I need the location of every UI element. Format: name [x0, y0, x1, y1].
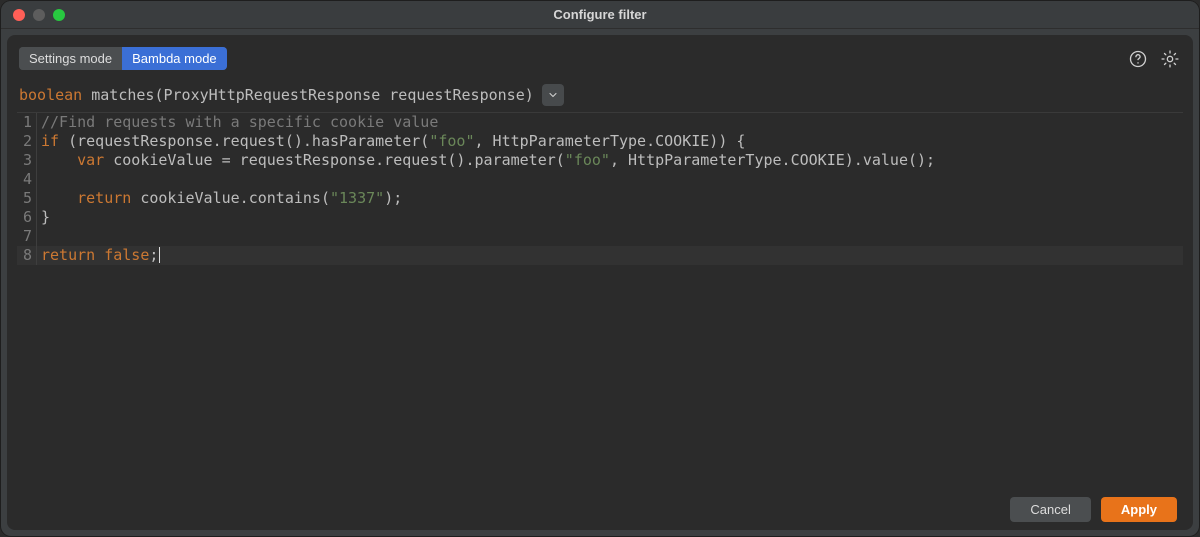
code-line: 2 if (requestResponse.request().hasParam…	[17, 132, 1183, 151]
help-icon[interactable]	[1127, 48, 1149, 70]
configure-filter-window: Configure filter Settings mode Bambda mo…	[1, 1, 1199, 536]
signature-param-type: ProxyHttpRequestResponse	[164, 86, 381, 104]
code-line: 7	[17, 227, 1183, 246]
code-line: 4	[17, 170, 1183, 189]
cancel-button[interactable]: Cancel	[1010, 497, 1090, 522]
signature-name: matches	[91, 86, 154, 104]
function-signature: boolean matches(ProxyHttpRequestResponse…	[17, 80, 1183, 112]
line-number: 4	[17, 170, 37, 189]
line-number: 3	[17, 151, 37, 170]
signature-return-type: boolean	[19, 86, 82, 104]
gear-icon[interactable]	[1159, 48, 1181, 70]
line-number: 6	[17, 208, 37, 227]
dialog-content: Settings mode Bambda mode	[7, 35, 1193, 530]
window-controls	[13, 9, 65, 21]
apply-button[interactable]: Apply	[1101, 497, 1177, 522]
line-number: 8	[17, 246, 37, 265]
code-line: 3 var cookieValue = requestResponse.requ…	[17, 151, 1183, 170]
code-line: 1 //Find requests with a specific cookie…	[17, 113, 1183, 132]
minimize-window-icon[interactable]	[33, 9, 45, 21]
bambda-mode-button[interactable]: Bambda mode	[122, 47, 227, 70]
signature-param-name: requestResponse	[389, 86, 524, 104]
dialog-footer: Cancel Apply	[17, 489, 1183, 524]
line-number: 1	[17, 113, 37, 132]
mode-toggle: Settings mode Bambda mode	[19, 47, 227, 70]
mode-row: Settings mode Bambda mode	[17, 45, 1183, 80]
toolbar-right	[1127, 48, 1181, 70]
line-number: 7	[17, 227, 37, 246]
close-window-icon[interactable]	[13, 9, 25, 21]
code-lines: 1 //Find requests with a specific cookie…	[17, 113, 1183, 265]
chevron-down-icon	[547, 89, 559, 101]
code-line: 8 return false;	[17, 246, 1183, 265]
code-line: 5 return cookieValue.contains("1337");	[17, 189, 1183, 208]
titlebar: Configure filter	[1, 1, 1199, 29]
line-number: 2	[17, 132, 37, 151]
text-caret	[159, 247, 160, 263]
window-title: Configure filter	[1, 7, 1199, 22]
code-line: 6 }	[17, 208, 1183, 227]
settings-mode-button[interactable]: Settings mode	[19, 47, 122, 70]
line-number: 5	[17, 189, 37, 208]
zoom-window-icon[interactable]	[53, 9, 65, 21]
signature-expand-button[interactable]	[542, 84, 564, 106]
code-editor[interactable]: 1 //Find requests with a specific cookie…	[17, 112, 1183, 489]
